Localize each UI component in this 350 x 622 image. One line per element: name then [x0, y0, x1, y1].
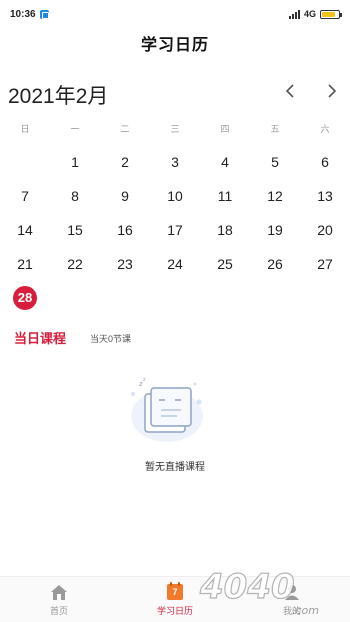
nav-bar: 学习日历 — [0, 28, 350, 58]
empty-state-text: 暂无直播课程 — [145, 462, 205, 473]
battery-level — [322, 11, 335, 17]
calendar-day-today[interactable]: 28 — [13, 286, 37, 310]
weekday-header: 日一二三四五六 — [0, 122, 350, 138]
weekday-label: 一 — [70, 124, 80, 134]
month-label: 2021年2月 — [8, 85, 109, 108]
status-time: 10:36 — [10, 8, 36, 20]
calendar-day[interactable]: 11 — [210, 184, 240, 208]
tab-home-label: 首页 — [49, 606, 68, 616]
calendar-day[interactable]: 23 — [110, 252, 140, 276]
calendar-day[interactable]: 9 — [110, 184, 140, 208]
status-right: 4G — [288, 9, 342, 19]
page-title: 学习日历 — [140, 37, 209, 54]
calendar-day[interactable]: 7 — [10, 184, 40, 208]
svg-text:.com: .com — [292, 604, 319, 617]
empty-state: z z 暂无直播课程 — [0, 372, 350, 473]
calendar-day[interactable]: 13 — [310, 184, 340, 208]
chevron-left-icon — [285, 84, 294, 98]
calendar-day[interactable]: 20 — [310, 218, 340, 242]
calendar-day[interactable]: 27 — [310, 252, 340, 276]
calendar-day[interactable]: 14 — [10, 218, 40, 242]
calendar-day[interactable]: 3 — [160, 150, 190, 174]
calendar-day[interactable]: 15 — [60, 218, 90, 242]
calendar-day[interactable]: 6 — [310, 150, 340, 174]
calendar-day[interactable]: 19 — [260, 218, 290, 242]
calendar-day[interactable]: 22 — [60, 252, 90, 276]
svg-text:z: z — [143, 377, 146, 383]
calendar-day[interactable]: 17 — [160, 218, 190, 242]
calendar-day[interactable]: 12 — [260, 184, 290, 208]
next-month-button[interactable] — [319, 78, 345, 104]
calendar-day[interactable]: 8 — [60, 184, 90, 208]
course-count: 当天0节课 — [90, 334, 132, 344]
prev-month-button[interactable] — [277, 78, 303, 104]
signal-icon — [288, 9, 300, 19]
weekday-label: 四 — [220, 124, 230, 134]
chevron-right-icon — [328, 84, 337, 98]
status-bar: 10:36 4G — [0, 0, 350, 28]
weekday-label: 五 — [270, 124, 280, 134]
status-left: 10:36 — [10, 9, 49, 20]
calendar-day[interactable]: 5 — [260, 150, 290, 174]
calendar-day[interactable]: 26 — [260, 252, 290, 276]
calendar-day[interactable]: 24 — [160, 252, 190, 276]
empty-box-icon: z z — [131, 377, 203, 442]
calendar-day[interactable]: 10 — [160, 184, 190, 208]
svg-text:4040: 4040 — [199, 567, 295, 607]
calendar-day[interactable]: 4 — [210, 150, 240, 174]
calendar-day[interactable]: 21 — [10, 252, 40, 276]
month-row: 2021年2月 — [0, 78, 350, 112]
weekday-label: 二 — [120, 124, 130, 134]
calendar-icon: 7 — [167, 582, 183, 600]
tab-home[interactable]: 首页 — [24, 583, 94, 617]
calendar-day[interactable]: 1 — [60, 150, 90, 174]
tab-today-courses[interactable]: 当日课程 — [14, 328, 66, 347]
calendar-day[interactable]: 16 — [110, 218, 140, 242]
watermark-logo: 4040 .com — [198, 566, 319, 617]
app-notification-icon — [39, 9, 49, 19]
battery-icon — [320, 9, 342, 19]
calendar-day[interactable]: 25 — [210, 252, 240, 276]
calendar-day[interactable]: 18 — [210, 218, 240, 242]
weekday-label: 日 — [20, 124, 30, 134]
network-type: 4G — [303, 9, 316, 19]
course-header: 当日课程 当天0节课 — [0, 328, 350, 350]
weekday-label: 三 — [170, 124, 180, 134]
tab-calendar-label: 学习日历 — [156, 606, 193, 616]
calendar-grid: 1 2 3 4 5 6 7 8 9 10 11 12 13 14 15 16 17 18 19 20 21 22 23 24 2… — [0, 150, 350, 318]
weekday-label: 六 — [320, 124, 330, 134]
home-icon — [51, 585, 67, 600]
calendar-day[interactable]: 2 — [110, 150, 140, 174]
